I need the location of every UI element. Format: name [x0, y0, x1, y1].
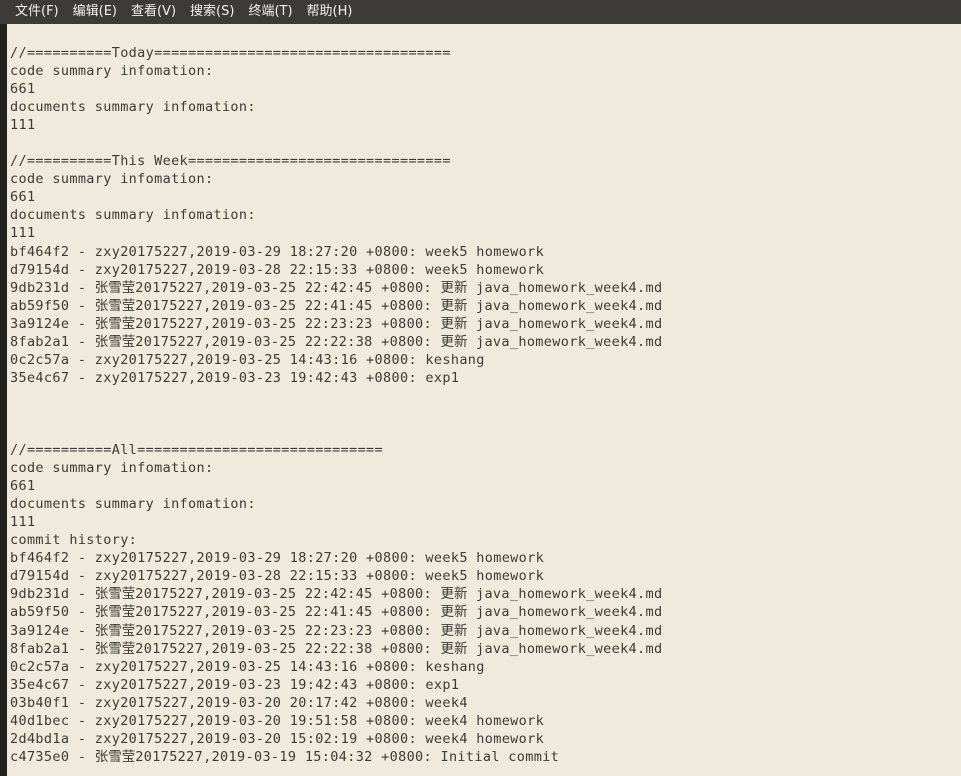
- terminal-line: 661: [10, 81, 36, 98]
- terminal-line: code summary infomation:: [10, 171, 214, 188]
- terminal-line: documents summary infomation:: [10, 207, 256, 224]
- terminal-line: 3a9124e - 张雪莹20175227,2019-03-25 22:23:2…: [10, 315, 663, 332]
- terminal-line: bf464f2 - zxy20175227,2019-03-29 18:27:2…: [10, 243, 545, 260]
- terminal-line: 2d4bd1a - zxy20175227,2019-03-20 15:02:1…: [10, 730, 545, 747]
- terminal-line: documents summary infomation:: [10, 99, 256, 116]
- terminal-line: 35e4c67 - zxy20175227,2019-03-23 19:42:4…: [10, 369, 460, 386]
- terminal-left-edge: [0, 24, 7, 776]
- terminal-line: 0c2c57a - zxy20175227,2019-03-25 14:43:1…: [10, 351, 485, 368]
- terminal-line: ab59f50 - 张雪莹20175227,2019-03-25 22:41:4…: [10, 604, 663, 621]
- shell-prompt-line: rocedu@rocedu-ubuntu1804:~/week4$: [10, 766, 961, 776]
- menu-bar: 文件(F) 编辑(E) 查看(V) 搜索(S) 终端(T) 帮助(H): [0, 0, 961, 24]
- terminal-line: c4735e0 - 张雪莹20175227,2019-03-19 15:04:3…: [10, 748, 560, 765]
- terminal-line: 111: [10, 514, 36, 531]
- terminal-body[interactable]: //==========Today=======================…: [0, 24, 961, 776]
- menu-item-view[interactable]: 查看(V): [124, 0, 183, 24]
- terminal-line: ab59f50 - 张雪莹20175227,2019-03-25 22:41:4…: [10, 297, 663, 314]
- terminal-line: 111: [10, 117, 36, 134]
- terminal-window: 文件(F) 编辑(E) 查看(V) 搜索(S) 终端(T) 帮助(H) //==…: [0, 0, 961, 776]
- terminal-line: documents summary infomation:: [10, 496, 256, 513]
- terminal-line: 3a9124e - 张雪莹20175227,2019-03-25 22:23:2…: [10, 622, 663, 639]
- terminal-line: bf464f2 - zxy20175227,2019-03-29 18:27:2…: [10, 550, 545, 567]
- terminal-line: code summary infomation:: [10, 460, 214, 477]
- menu-item-edit[interactable]: 编辑(E): [66, 0, 124, 24]
- terminal-line: 9db231d - 张雪莹20175227,2019-03-25 22:42:4…: [10, 279, 663, 296]
- terminal-screen[interactable]: //==========Today=======================…: [7, 24, 961, 776]
- terminal-line: //==========Today=======================…: [10, 45, 451, 61]
- terminal-line: 9db231d - 张雪莹20175227,2019-03-25 22:42:4…: [10, 586, 663, 603]
- menu-item-search[interactable]: 搜索(S): [183, 0, 241, 24]
- terminal-output: //==========Today=======================…: [10, 44, 961, 766]
- terminal-line: 0c2c57a - zxy20175227,2019-03-25 14:43:1…: [10, 658, 485, 675]
- menu-item-help[interactable]: 帮助(H): [300, 0, 360, 24]
- terminal-line: 8fab2a1 - 张雪莹20175227,2019-03-25 22:22:3…: [10, 333, 663, 350]
- terminal-line: code summary infomation:: [10, 63, 214, 80]
- terminal-line: d79154d - zxy20175227,2019-03-28 22:15:3…: [10, 261, 545, 278]
- terminal-line: 35e4c67 - zxy20175227,2019-03-23 19:42:4…: [10, 676, 460, 693]
- terminal-line: d79154d - zxy20175227,2019-03-28 22:15:3…: [10, 568, 545, 585]
- menu-item-terminal[interactable]: 终端(T): [241, 0, 299, 24]
- menu-item-file[interactable]: 文件(F): [8, 0, 66, 24]
- terminal-line: 40d1bec - zxy20175227,2019-03-20 19:51:5…: [10, 712, 545, 729]
- terminal-line: commit history:: [10, 532, 138, 549]
- terminal-line: 661: [10, 189, 36, 206]
- terminal-line: 661: [10, 478, 36, 495]
- terminal-line: //==========This Week===================…: [10, 153, 451, 170]
- terminal-line: //==========All=========================…: [10, 442, 384, 459]
- terminal-line: 03b40f1 - zxy20175227,2019-03-20 20:17:4…: [10, 694, 468, 711]
- terminal-line: 8fab2a1 - 张雪莹20175227,2019-03-25 22:22:3…: [10, 640, 663, 657]
- terminal-line: 111: [10, 225, 36, 242]
